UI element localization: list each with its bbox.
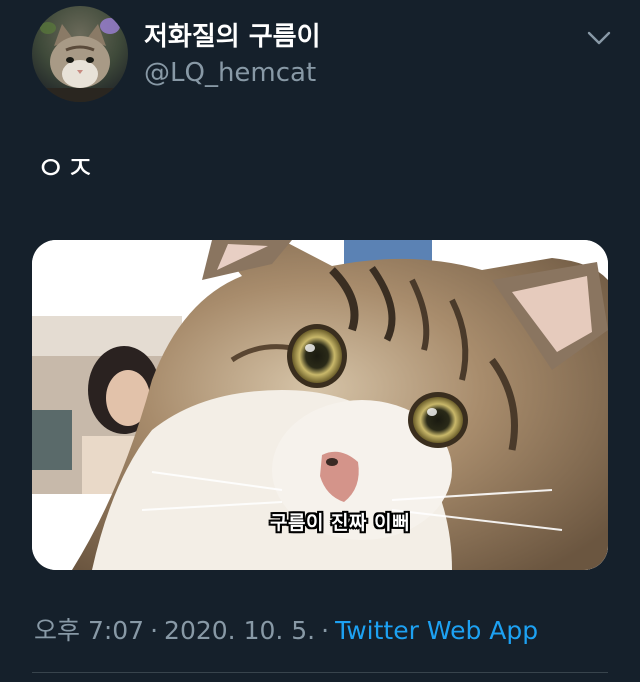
tweet: 저화질의 구름이 @LQ_hemcat ㅇㅈ 구름이 진짜 이뻐 오후 7:07… [0, 0, 640, 682]
user-handle[interactable]: @LQ_hemcat [144, 56, 316, 90]
display-name[interactable]: 저화질의 구름이 [144, 20, 321, 54]
divider [32, 672, 608, 673]
tweet-source-link[interactable]: Twitter Web App [335, 616, 538, 645]
tweet-date[interactable]: 2020. 10. 5. [164, 616, 315, 645]
tweet-metadata: 오후 7:07 · 2020. 10. 5. · Twitter Web App [34, 614, 538, 648]
tweet-text: ㅇㅈ [36, 149, 95, 187]
avatar[interactable] [32, 6, 128, 102]
tweet-media[interactable]: 구름이 진짜 이뻐 [32, 240, 608, 570]
tweet-time[interactable]: 오후 7:07 [34, 616, 144, 645]
separator-dot: · [150, 616, 159, 645]
separator-dot: · [321, 616, 330, 645]
avatar-cat-image [32, 6, 128, 102]
chevron-down-icon [587, 31, 611, 45]
more-options-button[interactable] [586, 28, 612, 48]
media-caption: 구름이 진짜 이뻐 [270, 512, 411, 534]
